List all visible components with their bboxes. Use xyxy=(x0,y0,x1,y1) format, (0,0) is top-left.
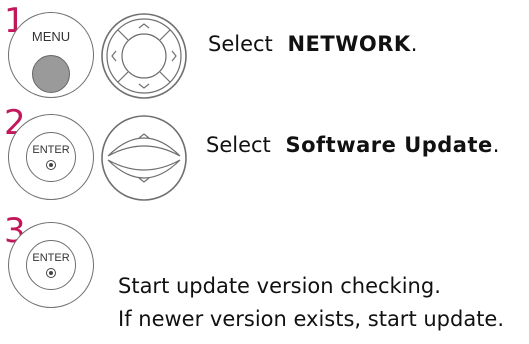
enter-button-label: ENTER xyxy=(32,144,70,156)
menu-button-icon xyxy=(32,55,70,93)
four-way-navigation-ring-icon xyxy=(101,13,187,99)
enter-button-label: ENTER xyxy=(32,252,70,264)
menu-button-label: MENU xyxy=(31,29,71,44)
enter-button-icon: ENTER xyxy=(26,240,76,290)
step-1-prefix: Select xyxy=(208,32,273,56)
step-2-target: Software Update xyxy=(285,133,493,157)
step-2-prefix: Select xyxy=(206,133,271,157)
enter-button-icon: ENTER xyxy=(26,132,76,182)
step-1-target: NETWORK xyxy=(287,32,411,56)
menu-button: MENU xyxy=(8,12,94,98)
step-2-instruction: Select Software Update. xyxy=(206,133,499,157)
step-3-instruction-line-1: Start update version checking. xyxy=(118,274,441,298)
step-1-suffix: . xyxy=(410,32,418,56)
step-3-instruction-line-2: If newer version exists, start update. xyxy=(118,307,505,331)
step-2-suffix: . xyxy=(492,133,500,157)
step-1-instruction: Select NETWORK. xyxy=(208,32,417,56)
enter-button-step-3: ENTER xyxy=(8,222,94,308)
enter-button: ENTER xyxy=(8,114,94,200)
up-down-rocker-icon xyxy=(101,115,187,201)
